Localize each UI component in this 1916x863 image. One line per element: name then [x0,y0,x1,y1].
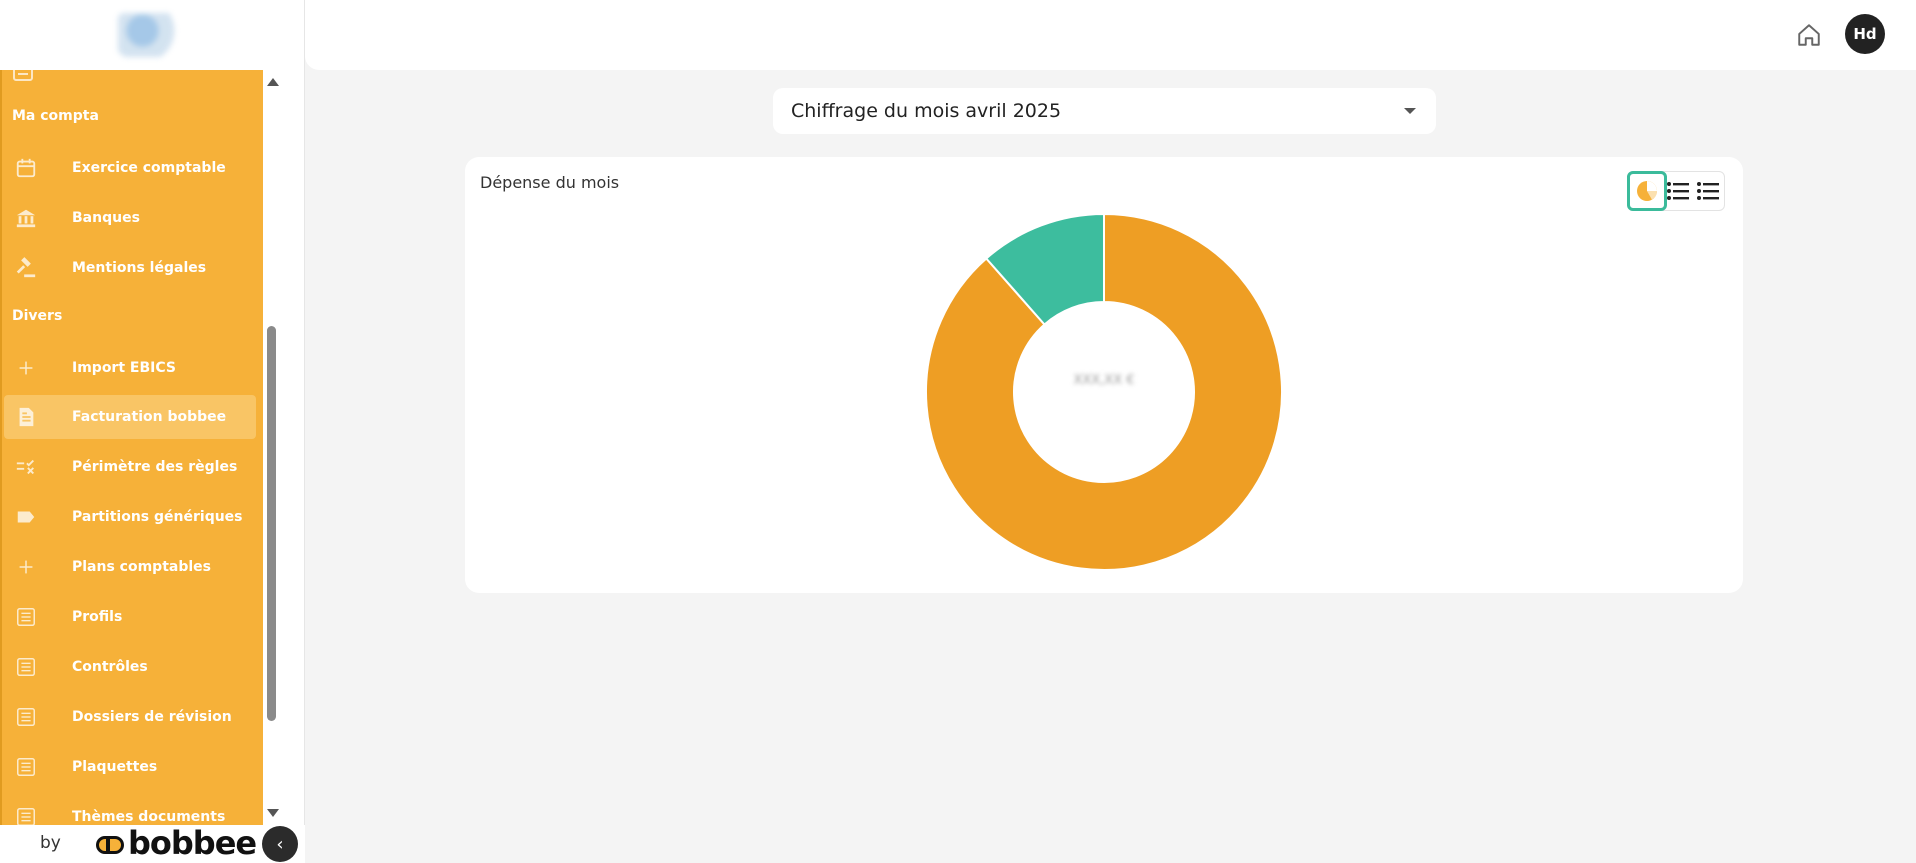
donut-chart [925,212,1283,571]
donut-center-value: XXX,XX € [1073,373,1135,388]
